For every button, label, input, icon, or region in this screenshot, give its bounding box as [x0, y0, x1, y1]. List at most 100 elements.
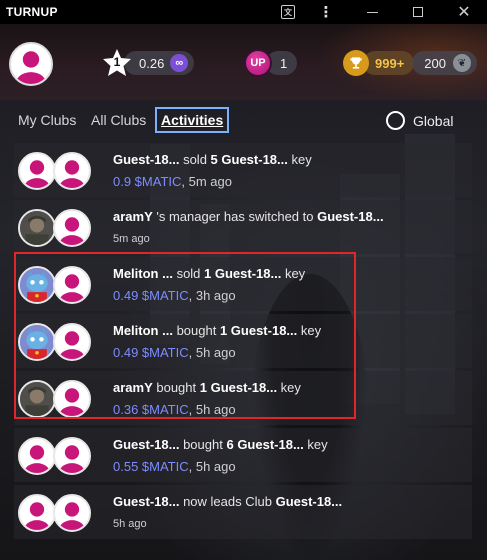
global-toggle[interactable]: Global [386, 111, 453, 130]
maximize-button[interactable] [395, 0, 441, 24]
trophy-stat[interactable]: 999+ 200 ❦ [343, 50, 477, 76]
activity-price: 0.9 $MATIC [113, 174, 182, 189]
activity-suffix: key [281, 266, 306, 281]
activity-verb: sold [172, 266, 205, 281]
activity-row[interactable]: Guest-18... bought 6 Guest-18... key 0.5… [14, 428, 472, 482]
more-menu-button[interactable]: ⋮ [303, 0, 349, 24]
translate-icon: 文 [281, 5, 295, 19]
close-button[interactable]: ✕ [441, 0, 487, 24]
subject-avatar[interactable] [53, 323, 91, 361]
subject-name[interactable]: Guest-18... [234, 437, 303, 452]
activity-time: , 3h ago [188, 288, 236, 303]
activity-row[interactable]: Guest-18... sold 5 Guest-18... key 0.9 $… [14, 143, 472, 197]
actor-avatar[interactable] [18, 209, 56, 247]
up-stat[interactable]: UP 1 [244, 49, 298, 77]
activity-price: 0.49 $MATIC [113, 345, 189, 360]
points-value: 200 [424, 55, 446, 71]
title-bar: TURNUP 文 ⋮ ✕ [0, 0, 487, 24]
minimize-icon [366, 11, 378, 13]
profile-avatar[interactable] [9, 42, 53, 86]
activity-meta: 0.49 $MATIC, 3h ago [113, 288, 236, 303]
subject-avatar[interactable] [53, 152, 91, 190]
key-amount: 6 [226, 437, 234, 452]
subject-name[interactable]: Guest-18... [218, 152, 287, 167]
subject-name[interactable]: Guest-18... [276, 494, 342, 509]
subject-name[interactable]: Guest-18... [207, 380, 277, 395]
activity-price: 0.36 $MATIC [113, 402, 189, 417]
activity-text: aramY 's manager has switched to Guest-1… [113, 209, 384, 224]
activity-row[interactable]: Meliton ... sold 1 Guest-18... key 0.49 … [14, 257, 472, 311]
global-radio[interactable] [386, 111, 405, 130]
key-amount: 1 [199, 380, 207, 395]
activity-time: , 5m ago [181, 174, 232, 189]
activity-verb: bought [179, 437, 227, 452]
activity-text: Meliton ... bought 1 Guest-18... key [113, 323, 321, 338]
activity-row[interactable]: Guest-18... now leads Club Guest-18... 5… [14, 485, 472, 539]
star-stat[interactable]: 1 0.26 ∞ [102, 48, 195, 78]
global-label: Global [413, 112, 454, 129]
subject-avatar[interactable] [53, 494, 91, 532]
translate-button[interactable]: 文 [273, 0, 303, 24]
actor-name[interactable]: Guest-18... [113, 494, 179, 509]
polygon-icon: ∞ [170, 54, 189, 72]
activity-verb: now leads Club [179, 494, 276, 509]
subject-name[interactable]: Guest-18... [317, 209, 383, 224]
key-amount: 5 [210, 152, 218, 167]
header-bar: 1 0.26 ∞ UP 1 999+ 200 ❦ [0, 24, 487, 100]
points-value-pill: 200 ❦ [412, 51, 477, 75]
actor-avatar[interactable] [18, 266, 56, 304]
leaf-icon: ❦ [453, 54, 471, 72]
activity-text: aramY bought 1 Guest-18... key [113, 380, 301, 395]
activity-row[interactable]: aramY bought 1 Guest-18... key 0.36 $MAT… [14, 371, 472, 425]
actor-avatar[interactable] [18, 380, 56, 418]
star-badge-number: 1 [113, 55, 121, 69]
app-title: TURNUP [6, 5, 58, 19]
subject-avatar[interactable] [53, 437, 91, 475]
activity-verb: bought [152, 380, 200, 395]
actor-avatar[interactable] [18, 494, 56, 532]
activity-time: , 5h ago [188, 459, 236, 474]
subject-avatar[interactable] [53, 209, 91, 247]
up-badge-icon: UP [244, 49, 272, 77]
actor-name[interactable]: Meliton ... [113, 266, 173, 281]
activity-text: Guest-18... now leads Club Guest-18... [113, 494, 342, 509]
subject-avatar[interactable] [53, 266, 91, 304]
subject-name[interactable]: Guest-18... [211, 266, 281, 281]
actor-name[interactable]: Guest-18... [113, 437, 179, 452]
subject-avatar[interactable] [53, 380, 91, 418]
tab-bar: My Clubs All Clubs Activities Global [0, 100, 487, 140]
activity-price: 0.55 $MATIC [113, 459, 189, 474]
star-badge: 1 [102, 48, 132, 78]
tab-my-clubs[interactable]: My Clubs [18, 112, 76, 128]
activity-price: 0.49 $MATIC [113, 288, 189, 303]
activity-time: , 5h ago [188, 345, 236, 360]
actor-name[interactable]: Guest-18... [113, 152, 179, 167]
activity-suffix: key [277, 380, 301, 395]
actor-avatar[interactable] [18, 152, 56, 190]
actor-name[interactable]: Meliton ... [113, 323, 173, 338]
tab-activities[interactable]: Activities [155, 107, 230, 133]
close-icon: ✕ [457, 4, 471, 21]
actor-name[interactable]: aramY [113, 380, 153, 395]
activity-suffix: key [297, 323, 322, 338]
minimize-button[interactable] [349, 0, 395, 24]
activity-row[interactable]: aramY 's manager has switched to Guest-1… [14, 200, 472, 254]
trophy-value: 999+ [375, 55, 405, 71]
subject-name[interactable]: Guest-18... [227, 323, 297, 338]
activity-text: Meliton ... sold 1 Guest-18... key [113, 266, 305, 281]
actor-name[interactable]: aramY [113, 209, 153, 224]
activity-time: , 5h ago [188, 402, 236, 417]
activity-time: 5m ago [113, 233, 150, 245]
activity-meta: 0.9 $MATIC, 5m ago [113, 174, 232, 189]
actor-avatar[interactable] [18, 437, 56, 475]
up-value: 1 [280, 55, 288, 71]
star-value-pill: 0.26 ∞ [124, 51, 195, 75]
actor-avatar[interactable] [18, 323, 56, 361]
activity-meta: 5h ago [113, 518, 147, 530]
trophy-icon [343, 50, 369, 76]
trophy-value-pill: 999+ [363, 51, 415, 75]
activity-verb: bought [172, 323, 220, 338]
activity-row[interactable]: Meliton ... bought 1 Guest-18... key 0.4… [14, 314, 472, 368]
tab-all-clubs[interactable]: All Clubs [91, 112, 146, 128]
activity-verb: sold [179, 152, 211, 167]
